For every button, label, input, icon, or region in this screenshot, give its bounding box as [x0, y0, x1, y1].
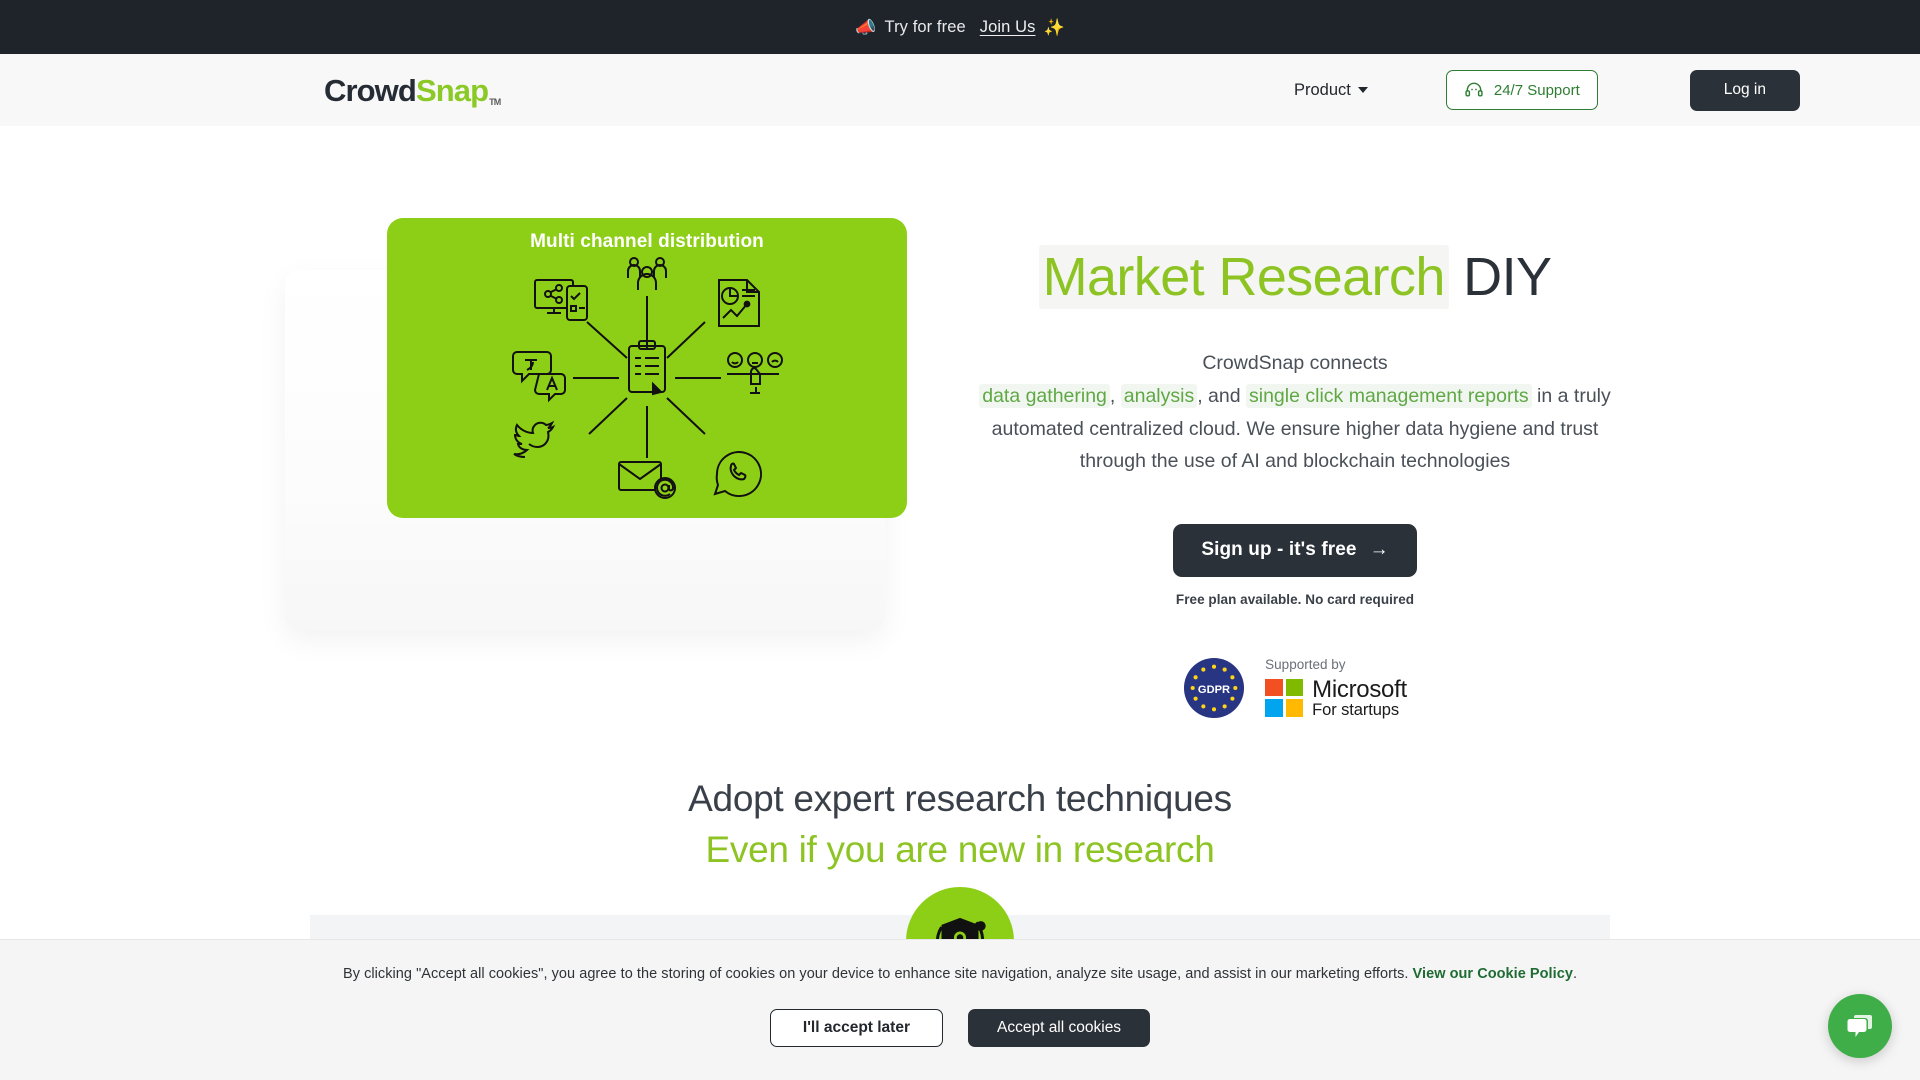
arrow-right-icon: → [1369, 539, 1389, 561]
microsoft-name: Microsoft [1312, 675, 1407, 703]
hero-paragraph: CrowdSnap connects data gathering, analy… [975, 347, 1615, 477]
microsoft-wordmark: Microsoft For startups [1312, 675, 1407, 720]
hero-keyword-reports: single click management reports [1246, 383, 1532, 408]
logo-part-crowd: Crowd [324, 72, 417, 108]
signup-button[interactable]: Sign up - it's free → [1173, 523, 1417, 577]
hero-section: Multi channel distribution Market Resear… [0, 126, 1920, 756]
chevron-down-icon [1357, 87, 1368, 93]
announcement-bar: 📣 Try for free Join Us ✨ [0, 0, 1920, 54]
hero-content: Market Research DIY CrowdSnap connects d… [955, 126, 1635, 719]
channel-diagram [512, 257, 783, 499]
hero-sep-1: , [1109, 384, 1121, 407]
report-chart-icon [718, 279, 760, 327]
logo[interactable]: Crowd Snap TM [324, 72, 501, 108]
cookie-text-period: . [1572, 966, 1578, 982]
whatsapp-icon [713, 451, 762, 498]
microsoft-logo-icon [1265, 678, 1304, 717]
trust-badges: GDPR Supported by Microsoft For startups [955, 657, 1635, 720]
announcement-content: 📣 Try for free Join Us ✨ [855, 18, 1065, 37]
support-button[interactable]: 24/7 Support [1445, 70, 1598, 110]
decline-cookies-button[interactable]: I'll accept later [769, 1009, 943, 1047]
cookie-banner-text: By clicking "Accept all cookies", you ag… [0, 966, 1920, 982]
logo-part-snap: Snap [415, 72, 489, 108]
megaphone-icon: 📣 [855, 17, 877, 37]
email-at-icon [618, 461, 676, 499]
chat-bubbles-icon [1847, 1015, 1872, 1037]
nav-item-product[interactable]: Product [1294, 81, 1368, 100]
cookie-banner-message: By clicking "Accept all cookies", you ag… [342, 966, 1409, 982]
twitter-icon [513, 420, 556, 458]
hero-keyword-data-gathering: data gathering [979, 383, 1110, 408]
support-button-label: 24/7 Support [1493, 81, 1580, 99]
section-heading-dark: Adopt expert research techniques [688, 778, 1232, 819]
sparkles-icon: ✨ [1043, 17, 1065, 37]
hero-sep-2: , and [1197, 384, 1246, 407]
microsoft-logo-row: Microsoft For startups [1265, 675, 1407, 720]
supported-by-label: Supported by [1265, 656, 1346, 672]
page-title: Market Research DIY [955, 245, 1635, 309]
screen-share-icon [534, 279, 588, 321]
page-title-rest: DIY [1463, 247, 1552, 307]
chat-widget-button[interactable] [1828, 994, 1892, 1058]
multi-channel-distribution-card: Multi channel distribution [387, 218, 907, 518]
gdpr-badge: GDPR [1184, 657, 1245, 718]
hero-artwork: Multi channel distribution [285, 218, 937, 638]
accept-cookies-button[interactable]: Accept all cookies [968, 1009, 1151, 1047]
people-group-icon [627, 257, 667, 290]
section-heading-green: Even if you are new in research [705, 829, 1215, 870]
login-button[interactable]: Log in [1689, 69, 1800, 111]
hero-paragraph-line1: CrowdSnap connects [1202, 352, 1388, 375]
page-title-highlight: Market Research [1038, 245, 1449, 309]
microsoft-badge: Supported by Microsoft For startups [1265, 657, 1407, 720]
microsoft-tagline: For startups [1312, 700, 1399, 719]
signup-button-label: Sign up - it's free [1201, 539, 1357, 561]
announcement-text: Try for free [884, 17, 966, 36]
signup-note: Free plan available. No card required [1175, 591, 1415, 607]
translate-chat-icon [512, 351, 566, 403]
join-us-link[interactable]: Join Us [974, 18, 1036, 37]
clipboard-survey-icon [628, 340, 666, 396]
site-header: Crowd Snap TM Product 24/7 Support Log in [0, 54, 1920, 126]
svg-text:GDPR: GDPR [1198, 684, 1230, 696]
headset-icon [1465, 82, 1483, 97]
nav-item-product-label: Product [1293, 80, 1351, 99]
feedback-rating-icon [727, 352, 783, 394]
cookie-policy-link[interactable]: View our Cookie Policy [1413, 966, 1573, 982]
hero-keyword-analysis: analysis [1120, 383, 1198, 408]
header-actions: Product 24/7 Support Log in [1294, 69, 1860, 111]
trademark-mark: TM [489, 96, 501, 107]
cookie-consent-banner: By clicking "Accept all cookies", you ag… [0, 939, 1920, 1080]
cookie-banner-actions: I'll accept later Accept all cookies [0, 1009, 1920, 1047]
